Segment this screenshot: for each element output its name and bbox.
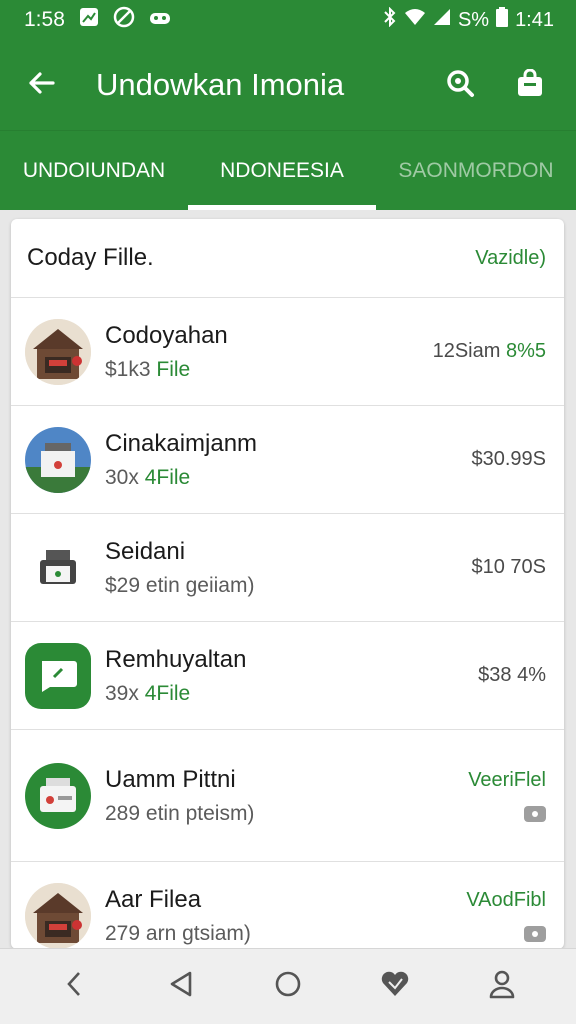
arrow-left-icon bbox=[27, 71, 55, 100]
row-sub-a: 279 bbox=[105, 921, 141, 945]
nav-home-button[interactable] bbox=[258, 957, 318, 1017]
bag-icon bbox=[517, 68, 543, 102]
row-subtitle: $1k3 File bbox=[105, 358, 228, 382]
triangle-back-icon bbox=[168, 970, 194, 1003]
search-button[interactable] bbox=[436, 61, 484, 109]
tab-saonmordon[interactable]: SAONMORDON bbox=[376, 131, 576, 210]
row-subtitle: $29 etin geiiam) bbox=[105, 574, 254, 598]
row-text: Aar Filea 279 arn gtsiam) bbox=[105, 886, 251, 946]
nav-profile-button[interactable] bbox=[472, 957, 532, 1017]
row-subtitle: 30x 4File bbox=[105, 466, 257, 490]
list-item[interactable]: Aar Filea 279 arn gtsiam) VAodFibl bbox=[11, 861, 564, 949]
status-right: S% 1:41 bbox=[383, 6, 554, 33]
row-sub-b: arn gtsiam) bbox=[145, 921, 251, 945]
status-left: 1:58 bbox=[24, 6, 171, 34]
list-item[interactable]: Codoyahan $1k3 File 12Siam 8%5 bbox=[11, 297, 564, 405]
printer-icon bbox=[25, 534, 91, 601]
row-right: VAodFibl bbox=[466, 889, 546, 942]
row-sub-b: etin geiiam) bbox=[145, 573, 255, 597]
status-clock: 1:41 bbox=[515, 8, 554, 31]
nav-back-button[interactable] bbox=[151, 957, 211, 1017]
status-bar: 1:58 S% 1:41 bbox=[0, 0, 576, 40]
notification-block-icon bbox=[113, 6, 135, 34]
back-button[interactable] bbox=[0, 40, 82, 130]
list-item[interactable]: Remhuyaltan 39x 4File $38 4% bbox=[11, 621, 564, 729]
row-value: 12Siam 8%5 bbox=[433, 340, 546, 363]
notification-image-icon bbox=[79, 7, 99, 33]
app-bar: Undowkan Imonia bbox=[0, 40, 576, 130]
row-sub-a: 30x bbox=[105, 465, 139, 489]
card-action-link[interactable]: Vazidle) bbox=[475, 247, 546, 270]
system-nav-bar bbox=[0, 948, 576, 1024]
row-sub-a: 289 bbox=[105, 801, 141, 825]
home-circle-icon bbox=[274, 970, 302, 1003]
list-item[interactable]: Uamm Pittni 289 etin pteism) VeeriFlel bbox=[11, 729, 564, 861]
bag-button[interactable] bbox=[506, 61, 554, 109]
nav-favorite-button[interactable] bbox=[365, 957, 425, 1017]
status-chip[interactable] bbox=[524, 926, 546, 942]
app-actions bbox=[436, 61, 576, 109]
row-value: VeeriFlel bbox=[468, 769, 546, 791]
row-title: Cinakaimjanm bbox=[105, 429, 258, 457]
battery-text: S% bbox=[457, 8, 490, 31]
row-value: $10 70S bbox=[471, 556, 546, 578]
row-right: $10 70S bbox=[471, 556, 546, 579]
status-chip[interactable] bbox=[524, 806, 546, 822]
row-right: $38 4% bbox=[478, 664, 546, 687]
chat-bubble-icon bbox=[25, 642, 91, 709]
row-title: Remhuyaltan bbox=[105, 645, 247, 673]
row-title: Uamm Pittni bbox=[105, 765, 236, 793]
signal-icon bbox=[433, 8, 451, 32]
wifi-icon bbox=[404, 8, 426, 32]
nav-chevron-button[interactable] bbox=[44, 957, 104, 1017]
row-text: Uamm Pittni 289 etin pteism) bbox=[105, 766, 254, 826]
row-sub-a: $29 bbox=[105, 573, 141, 597]
row-value: $38 4% bbox=[478, 664, 546, 686]
printer-app-icon bbox=[25, 762, 91, 829]
chevron-left-icon bbox=[64, 970, 84, 1003]
row-value: VAodFibl bbox=[466, 889, 546, 911]
row-title: Codoyahan bbox=[105, 321, 228, 349]
row-text: Cinakaimjanm 30x 4File bbox=[105, 430, 257, 490]
card-title: Coday Fille. bbox=[27, 244, 154, 271]
row-text: Remhuyaltan 39x 4File bbox=[105, 646, 246, 706]
row-right: 12Siam 8%5 bbox=[433, 340, 546, 363]
row-value-a: 12Siam bbox=[432, 340, 501, 362]
row-title: Seidani bbox=[105, 537, 186, 565]
row-sub-b: 4File bbox=[144, 681, 191, 705]
tab-bar: UNDOIUNDAN NDONEESIA SAONMORDON bbox=[0, 130, 576, 210]
row-subtitle: 39x 4File bbox=[105, 682, 246, 706]
row-right: $30.99S bbox=[471, 448, 546, 471]
row-value: $30.99S bbox=[471, 448, 546, 470]
row-subtitle: 279 arn gtsiam) bbox=[105, 922, 251, 946]
landscape-thumbnail-icon bbox=[25, 426, 91, 493]
bluetooth-icon bbox=[383, 6, 397, 33]
row-sub-b: File bbox=[156, 357, 191, 381]
list-item[interactable]: Seidani $29 etin geiiam) $10 70S bbox=[11, 513, 564, 621]
row-text: Codoyahan $1k3 File bbox=[105, 322, 228, 382]
person-icon bbox=[488, 969, 516, 1004]
row-sub-b: etin pteism) bbox=[145, 801, 255, 825]
tab-undoiundan[interactable]: UNDOIUNDAN bbox=[0, 131, 188, 210]
list-item[interactable]: Cinakaimjanm 30x 4File $30.99S bbox=[11, 405, 564, 513]
row-subtitle: 289 etin pteism) bbox=[105, 802, 254, 826]
battery-icon bbox=[496, 7, 509, 33]
row-text: Seidani $29 etin geiiam) bbox=[105, 538, 254, 598]
row-right: VeeriFlel bbox=[468, 769, 546, 822]
row-sub-a: $1k3 bbox=[105, 357, 151, 381]
heart-icon bbox=[380, 970, 410, 1003]
card-header: Coday Fille. Vazidle) bbox=[11, 219, 564, 297]
search-icon bbox=[445, 68, 475, 103]
row-title: Aar Filea bbox=[105, 885, 202, 913]
row-sub-b: 4File bbox=[144, 465, 191, 489]
status-time: 1:58 bbox=[24, 8, 65, 31]
row-sub-a: 39x bbox=[105, 681, 139, 705]
house-thumbnail-icon bbox=[25, 318, 91, 385]
notification-game-icon bbox=[149, 8, 171, 32]
page-title: Undowkan Imonia bbox=[96, 67, 345, 102]
row-value-b: 8%5 bbox=[505, 340, 546, 362]
file-list-card: Coday Fille. Vazidle) Codoyahan $1k3 Fil… bbox=[11, 219, 564, 949]
tab-ndoneesia[interactable]: NDONEESIA bbox=[188, 131, 376, 210]
house-thumbnail-icon bbox=[25, 882, 91, 949]
